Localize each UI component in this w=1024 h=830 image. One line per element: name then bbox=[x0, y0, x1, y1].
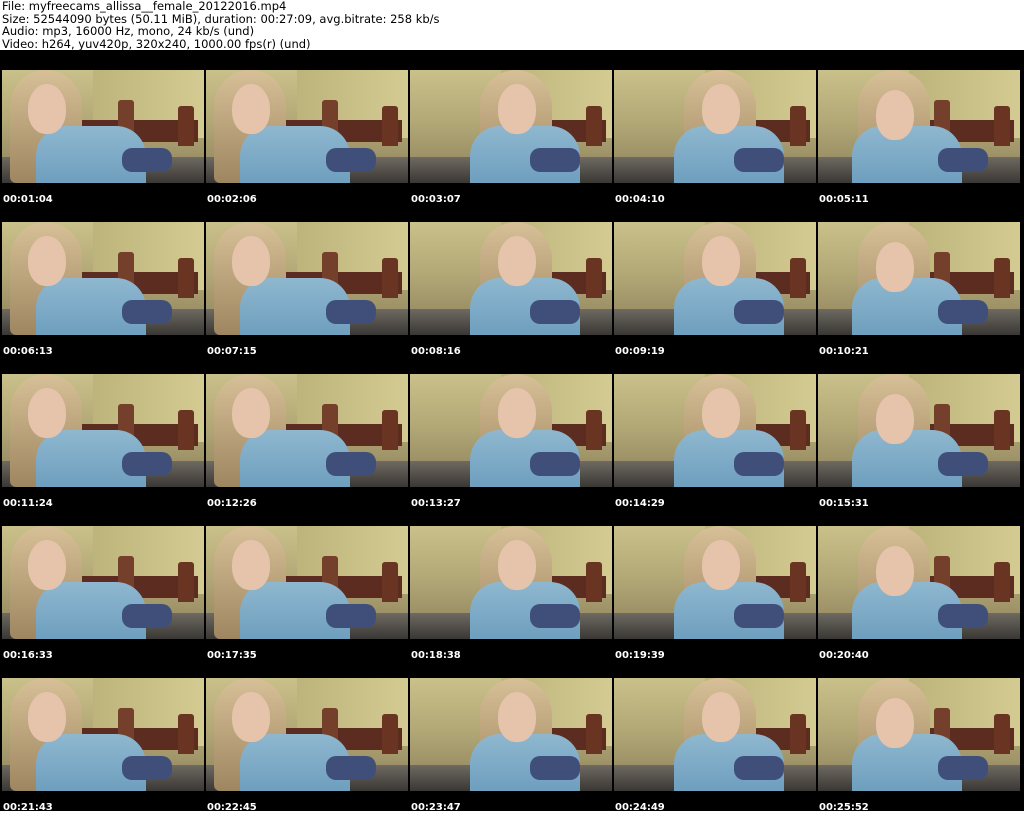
frame-timestamp: 00:02:06 bbox=[207, 194, 257, 205]
frame-timestamp: 00:01:04 bbox=[3, 194, 53, 205]
video-frame-thumbnail bbox=[206, 374, 408, 487]
thumbnail-cell: 00:24:49 bbox=[614, 678, 818, 830]
video-frame-thumbnail bbox=[818, 70, 1020, 183]
video-frame-thumbnail bbox=[614, 678, 816, 791]
frame-timestamp: 00:10:21 bbox=[819, 346, 869, 357]
frame-timestamp: 00:07:15 bbox=[207, 346, 257, 357]
thumbnail-cell: 00:15:31 bbox=[818, 374, 1022, 526]
thumbnail-cell: 00:07:15 bbox=[206, 222, 410, 374]
thumbnail-cell: 00:10:21 bbox=[818, 222, 1022, 374]
thumbnail-cell: 00:19:39 bbox=[614, 526, 818, 678]
frame-timestamp: 00:19:39 bbox=[615, 650, 665, 661]
video-frame-thumbnail bbox=[410, 678, 612, 791]
video-frame-thumbnail bbox=[410, 222, 612, 335]
video-info-line: Video: h264, yuv420p, 320x240, 1000.00 f… bbox=[2, 36, 311, 51]
video-frame-thumbnail bbox=[614, 222, 816, 335]
thumbnail-cell: 00:12:26 bbox=[206, 374, 410, 526]
frame-timestamp: 00:25:52 bbox=[819, 802, 869, 813]
thumbnail-cell: 00:05:11 bbox=[818, 70, 1022, 222]
thumbnail-cell: 00:21:43 bbox=[2, 678, 206, 830]
video-frame-thumbnail bbox=[818, 678, 1020, 791]
frame-timestamp: 00:21:43 bbox=[3, 802, 53, 813]
thumbnail-grid: 00:01:04 00:02:06 00:03:07 00:04:10 00:05:11… bbox=[2, 70, 1022, 830]
video-frame-thumbnail bbox=[614, 526, 816, 639]
video-frame-thumbnail bbox=[818, 526, 1020, 639]
video-frame-thumbnail bbox=[614, 70, 816, 183]
frame-timestamp: 00:23:47 bbox=[411, 802, 461, 813]
video-frame-thumbnail bbox=[410, 70, 612, 183]
thumbnail-cell: 00:03:07 bbox=[410, 70, 614, 222]
frame-timestamp: 00:17:35 bbox=[207, 650, 257, 661]
frame-timestamp: 00:13:27 bbox=[411, 498, 461, 509]
video-frame-thumbnail bbox=[206, 678, 408, 791]
thumbnail-cell: 00:06:13 bbox=[2, 222, 206, 374]
thumbnail-cell: 00:13:27 bbox=[410, 374, 614, 526]
thumbnail-cell: 00:11:24 bbox=[2, 374, 206, 526]
thumbnail-cell: 00:08:16 bbox=[410, 222, 614, 374]
frame-timestamp: 00:09:19 bbox=[615, 346, 665, 357]
frame-timestamp: 00:03:07 bbox=[411, 194, 461, 205]
video-frame-thumbnail bbox=[206, 222, 408, 335]
frame-timestamp: 00:20:40 bbox=[819, 650, 869, 661]
frame-timestamp: 00:18:38 bbox=[411, 650, 461, 661]
thumbnail-cell: 00:22:45 bbox=[206, 678, 410, 830]
thumbnail-cell: 00:04:10 bbox=[614, 70, 818, 222]
frame-timestamp: 00:22:45 bbox=[207, 802, 257, 813]
video-frame-thumbnail bbox=[2, 70, 204, 183]
video-frame-thumbnail bbox=[614, 374, 816, 487]
file-name-line: File: myfreecams_allissa__female_2012201… bbox=[2, 0, 287, 13]
video-frame-thumbnail bbox=[410, 374, 612, 487]
frame-timestamp: 00:04:10 bbox=[615, 194, 665, 205]
thumbnail-cell: 00:16:33 bbox=[2, 526, 206, 678]
thumbnail-cell: 00:25:52 bbox=[818, 678, 1022, 830]
contact-sheet: 00:01:04 00:02:06 00:03:07 00:04:10 00:05:11… bbox=[0, 50, 1024, 813]
frame-timestamp: 00:12:26 bbox=[207, 498, 257, 509]
frame-timestamp: 00:08:16 bbox=[411, 346, 461, 357]
video-frame-thumbnail bbox=[410, 526, 612, 639]
video-frame-thumbnail bbox=[818, 374, 1020, 487]
thumbnail-cell: 00:20:40 bbox=[818, 526, 1022, 678]
frame-timestamp: 00:11:24 bbox=[3, 498, 53, 509]
frame-timestamp: 00:24:49 bbox=[615, 802, 665, 813]
video-frame-thumbnail bbox=[206, 526, 408, 639]
audio-info-line: Audio: mp3, 16000 Hz, mono, 24 kb/s (und… bbox=[2, 24, 255, 38]
thumbnail-cell: 00:18:38 bbox=[410, 526, 614, 678]
file-info-header: File: myfreecams_allissa__female_2012201… bbox=[0, 0, 1024, 50]
frame-timestamp: 00:14:29 bbox=[615, 498, 665, 509]
video-frame-thumbnail bbox=[2, 374, 204, 487]
frame-timestamp: 00:06:13 bbox=[3, 346, 53, 357]
thumbnail-cell: 00:01:04 bbox=[2, 70, 206, 222]
frame-timestamp: 00:05:11 bbox=[819, 194, 869, 205]
thumbnail-cell: 00:09:19 bbox=[614, 222, 818, 374]
video-frame-thumbnail bbox=[2, 222, 204, 335]
video-frame-thumbnail bbox=[206, 70, 408, 183]
thumbnail-cell: 00:14:29 bbox=[614, 374, 818, 526]
thumbnail-cell: 00:23:47 bbox=[410, 678, 614, 830]
thumbnail-cell: 00:17:35 bbox=[206, 526, 410, 678]
thumbnail-cell: 00:02:06 bbox=[206, 70, 410, 222]
video-frame-thumbnail bbox=[818, 222, 1020, 335]
video-frame-thumbnail bbox=[2, 678, 204, 791]
video-frame-thumbnail bbox=[2, 526, 204, 639]
frame-timestamp: 00:15:31 bbox=[819, 498, 869, 509]
frame-timestamp: 00:16:33 bbox=[3, 650, 53, 661]
